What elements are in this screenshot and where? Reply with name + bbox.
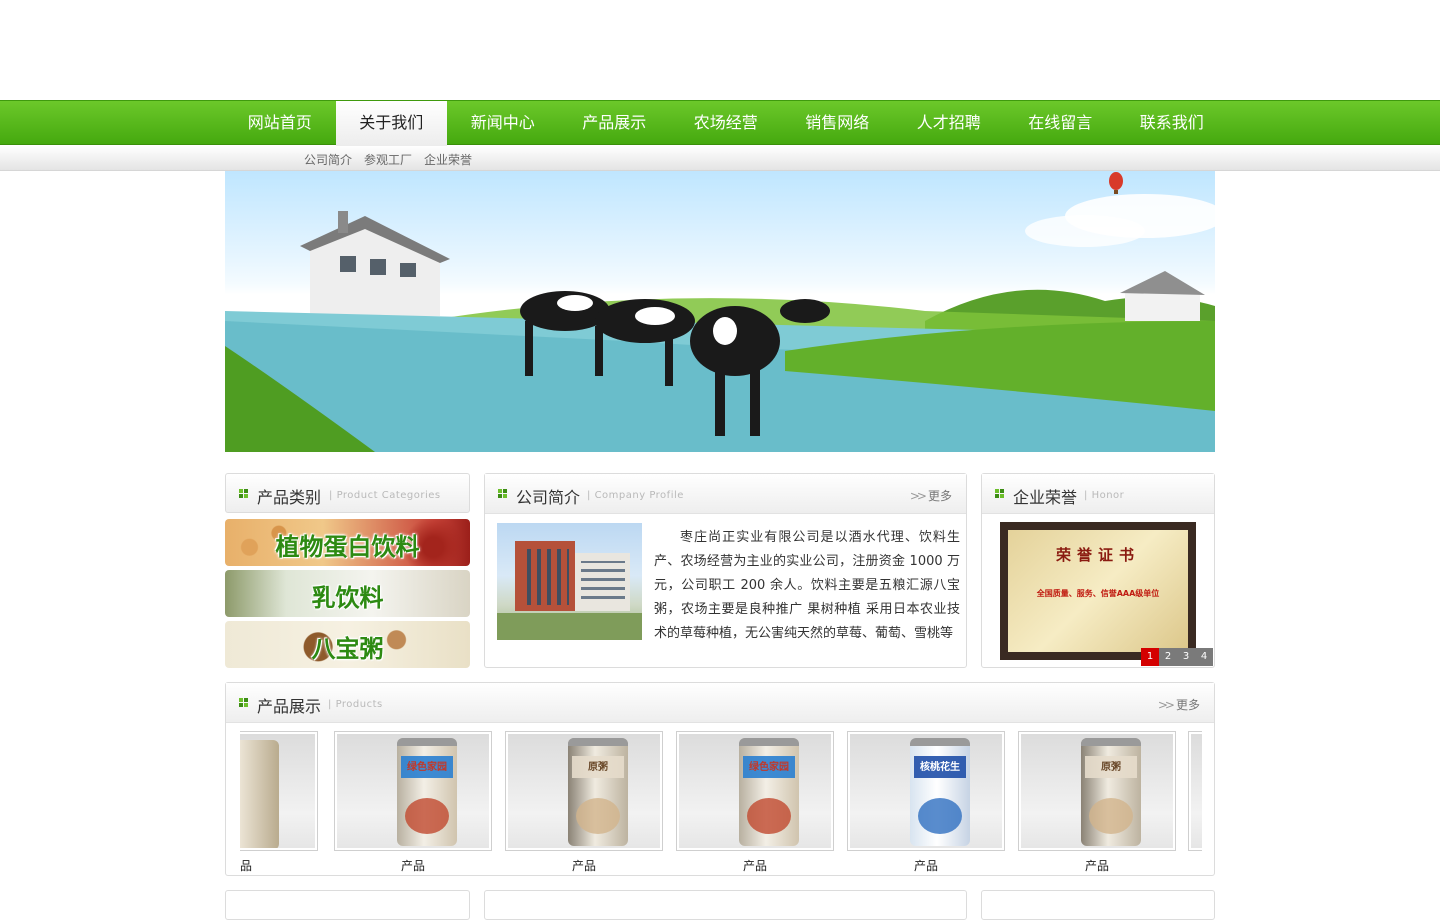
balloon-icon — [1109, 172, 1123, 190]
honor-header: 企业荣誉 | Honor — [982, 474, 1214, 514]
pager-button[interactable]: 4 — [1195, 648, 1213, 666]
nav-item[interactable]: 销售网络 — [782, 101, 894, 146]
nav-item[interactable]: 关于我们 — [335, 101, 447, 147]
categories-panel: 产品类别 | Product Categories 植物蛋白饮料 乳饮料 八宝粥 — [225, 473, 470, 668]
certificate-line: 全国质量、服务、信誉AAA级单位 — [1036, 589, 1160, 598]
sub-nav-item[interactable]: 公司简介 — [304, 151, 352, 168]
categories-title: 产品类别 — [257, 488, 322, 507]
banner-scene — [225, 172, 1215, 452]
product-name: 品 — [240, 859, 252, 873]
company-building-image — [497, 523, 642, 640]
sub-nav-items: 公司简介 参观工厂 企业荣誉 — [304, 151, 472, 168]
categories-header: 产品类别 | Product Categories — [225, 473, 470, 513]
product-image: 原粥 — [505, 731, 663, 851]
product-name: 产品 — [742, 859, 767, 873]
can-label: 原粥 — [1101, 762, 1121, 773]
profile-header: 公司简介 | Company Profile >> 更多 — [485, 474, 966, 514]
nav-item[interactable]: 联系我们 — [1116, 101, 1228, 146]
profile-panel: 公司简介 | Company Profile >> 更多 枣庄尚正实业有限公司是以… — [484, 473, 967, 668]
honor-panel: 企业荣誉 | Honor 荣誉证书 全国质量、服务、信誉AAA级单位 1234 — [981, 473, 1215, 668]
main-nav-items: 网站首页 关于我们 新闻中心 产品展示 农场经营 销售网络 人才招聘 在线留言 联系我们 — [224, 101, 1228, 147]
product-image — [240, 731, 318, 851]
category-label: 乳饮料 — [311, 584, 384, 612]
honor-pager: 1234 — [1141, 648, 1213, 666]
category-label: 植物蛋白饮料 — [275, 533, 420, 561]
double-chevron-icon: >> — [909, 489, 927, 503]
product-card[interactable]: 原粥产品 — [505, 731, 663, 874]
product-image: 绿色家园 — [334, 731, 492, 851]
sub-nav-item[interactable]: 参观工厂 — [364, 151, 412, 168]
can-label: 绿色家园 — [407, 762, 447, 773]
certificate-heading: 荣誉证书 — [1055, 546, 1140, 564]
can-label: 核桃花生 — [920, 762, 960, 773]
product-name: 产品 — [571, 859, 596, 873]
square-bullet-icon — [995, 489, 1005, 499]
nav-item[interactable]: 在线留言 — [1005, 101, 1117, 146]
product-name: 产品 — [913, 859, 938, 873]
product-image — [1188, 731, 1202, 851]
square-bullet-icon — [498, 489, 508, 499]
honor-title-en: | Honor — [1084, 490, 1125, 501]
can-label: 绿色家园 — [749, 762, 789, 773]
sub-nav: 公司简介 参观工厂 企业荣誉 — [0, 146, 1440, 171]
profile-text: 枣庄尚正实业有限公司是以酒水代理、饮料生产、农场经营为主业的实业公司，注册资金 … — [654, 530, 960, 641]
categories-title-en: | Product Categories — [329, 490, 441, 501]
pager-button[interactable]: 1 — [1141, 648, 1159, 666]
product-card[interactable]: 原粥产品 — [1018, 731, 1176, 874]
nav-item[interactable]: 新闻中心 — [447, 101, 559, 146]
product-image: 核桃花生 — [847, 731, 1005, 851]
category-item-eight-treasure-porridge[interactable]: 八宝粥 — [225, 621, 470, 668]
category-label: 八宝粥 — [311, 635, 384, 663]
main-nav: 网站首页 关于我们 新闻中心 产品展示 农场经营 销售网络 人才招聘 在线留言 联系我们 — [0, 100, 1440, 147]
product-image: 绿色家园 — [676, 731, 834, 851]
products-scroller: 品 绿色家园 产品 原粥 产品 绿色家园 产品 核桃花生 产品 原粥 产品 — [240, 683, 1202, 877]
bottom-panel-left — [225, 890, 470, 920]
bottom-panel-middle — [484, 890, 967, 920]
product-image: 原粥 — [1018, 731, 1176, 851]
product-name: 产品 — [400, 859, 425, 873]
honor-certificate-image: 荣誉证书 全国质量、服务、信誉AAA级单位 — [1000, 522, 1196, 660]
nav-item[interactable]: 网站首页 — [224, 101, 336, 146]
products-panel: 产品展示 | Products >> 更多 品 绿色家园 产品 原粥 产品 绿色家园 产品核… — [225, 682, 1215, 876]
profile-more-link[interactable]: >> 更多 — [910, 487, 952, 504]
bottom-panel-right — [981, 890, 1215, 920]
product-name: 产品 — [1084, 859, 1109, 873]
profile-title-en: | Company Profile — [587, 490, 684, 501]
product-card[interactable]: 品 — [240, 731, 318, 874]
square-bullet-icon — [239, 489, 249, 499]
pager-button[interactable]: 2 — [1159, 648, 1177, 666]
category-item-milk-drink[interactable]: 乳饮料 — [225, 570, 470, 617]
category-item-plant-protein[interactable]: 植物蛋白饮料 — [225, 519, 470, 566]
honor-title: 企业荣誉 — [1013, 488, 1078, 507]
product-card[interactable]: 绿色家园产品 — [676, 731, 834, 874]
nav-item[interactable]: 人才招聘 — [893, 101, 1005, 146]
product-card[interactable]: 绿色家园产品 — [334, 731, 492, 874]
pager-button[interactable]: 3 — [1177, 648, 1195, 666]
can-label: 原粥 — [588, 762, 608, 773]
banner-image — [225, 171, 1215, 452]
sub-nav-item[interactable]: 企业荣誉 — [424, 151, 472, 168]
nav-item[interactable]: 产品展示 — [559, 101, 671, 146]
nav-item[interactable]: 农场经营 — [670, 101, 782, 146]
product-card[interactable]: 核桃花生产品 — [847, 731, 1005, 874]
product-card[interactable] — [1188, 731, 1202, 851]
profile-title: 公司简介 — [516, 488, 581, 507]
